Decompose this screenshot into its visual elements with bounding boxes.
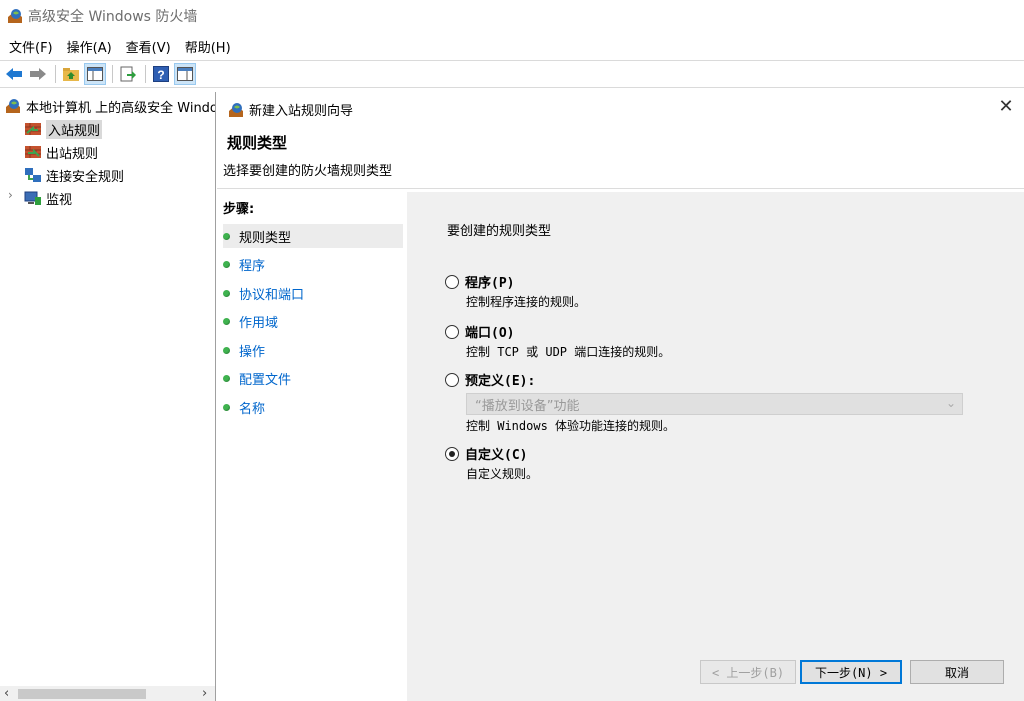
predefined-select[interactable]: “播放到设备”功能 ⌄ — [466, 393, 963, 415]
steps-header: 步骤: — [223, 202, 255, 217]
step-status-icon — [223, 289, 230, 297]
tree-item-label: 出站规则 — [46, 146, 99, 162]
scroll-right-icon[interactable]: › — [202, 686, 207, 701]
step-label: 程序 — [239, 258, 266, 274]
back-button[interactable]: < 上一步(B) — [700, 660, 796, 684]
firewall-app-icon — [8, 9, 22, 23]
step-status-icon — [223, 232, 230, 240]
dialog-title: 新建入站规则向导 — [249, 104, 354, 119]
toolbar-separator — [112, 65, 113, 83]
firewall-icon — [6, 99, 20, 113]
back-arrow-icon[interactable] — [3, 63, 25, 85]
rule-type-prompt: 要创建的规则类型 — [447, 224, 552, 239]
divider — [217, 188, 1024, 189]
radio-predefined[interactable] — [445, 372, 459, 387]
show-tree-icon[interactable] — [84, 63, 106, 85]
monitoring-icon — [24, 191, 41, 205]
step-label: 作用域 — [239, 315, 279, 331]
close-icon[interactable]: ✕ — [994, 96, 1018, 120]
step-label: 配置文件 — [239, 372, 292, 388]
toolbar-separator — [145, 65, 146, 83]
step-action[interactable]: 操作 — [223, 338, 403, 362]
steps-panel: 步骤: 规则类型 程序 协议和端口 作用域 操作 配置文件 名称 — [217, 192, 407, 701]
properties-icon[interactable] — [174, 63, 196, 85]
inbound-rules-icon — [25, 123, 41, 135]
option-description: 控制 Windows 体验功能连接的规则。 — [466, 419, 676, 433]
step-label: 协议和端口 — [239, 287, 305, 303]
forward-arrow-icon[interactable] — [27, 63, 49, 85]
chevron-right-icon[interactable]: › — [8, 188, 13, 202]
step-rule-type[interactable]: 规则类型 — [223, 224, 403, 248]
tree-item-monitoring[interactable]: 监视 — [24, 188, 72, 208]
outbound-rules-icon — [25, 146, 41, 158]
toolbar: ? — [0, 60, 1024, 88]
page-heading: 规则类型 — [227, 134, 288, 152]
scroll-left-icon[interactable]: ‹ — [4, 686, 9, 701]
tree-item-label: 入站规则 — [46, 119, 103, 139]
page-subtitle: 选择要创建的防火墙规则类型 — [223, 164, 393, 179]
horizontal-scrollbar[interactable]: ‹ › — [0, 686, 215, 701]
up-folder-icon[interactable] — [60, 63, 82, 85]
option-description: 自定义规则。 — [466, 467, 539, 481]
tree-item-connection-security[interactable]: 连接安全规则 — [24, 165, 124, 185]
option-program[interactable]: 程序(P) 控制程序连接的规则。 — [445, 272, 586, 310]
next-button[interactable]: 下一步(N) > — [800, 660, 902, 684]
tree-root-label: 本地计算机 上的高级安全 Windows — [26, 100, 216, 116]
scrollbar-thumb[interactable] — [18, 689, 146, 699]
help-icon[interactable]: ? — [150, 63, 172, 85]
option-label: 程序(P) — [465, 276, 515, 291]
option-label: 预定义(E): — [465, 374, 536, 389]
navigation-tree: 本地计算机 上的高级安全 Windows 入站规则 出站规则 连接安全规则 › … — [0, 92, 216, 701]
menu-view[interactable]: 查看(V) — [119, 35, 178, 58]
step-program[interactable]: 程序 — [223, 252, 403, 276]
step-protocol-port[interactable]: 协议和端口 — [223, 281, 403, 305]
step-label: 名称 — [239, 401, 266, 417]
chevron-down-icon: ⌄ — [945, 396, 956, 410]
tree-item-outbound[interactable]: 出站规则 — [24, 142, 98, 162]
option-description: 控制 TCP 或 UDP 端口连接的规则。 — [466, 345, 671, 359]
menu-bar: 文件(F) 操作(A) 查看(V) 帮助(H) — [0, 34, 1024, 58]
menu-action[interactable]: 操作(A) — [60, 35, 119, 58]
tree-item-inbound[interactable]: 入站规则 — [24, 119, 103, 139]
dialog-title-bar: 新建入站规则向导 — [227, 100, 353, 119]
option-label: 自定义(C) — [465, 448, 528, 463]
rule-type-content: 要创建的规则类型 程序(P) 控制程序连接的规则。 端口(O) 控制 TCP 或… — [407, 192, 1024, 701]
export-list-icon[interactable] — [117, 63, 139, 85]
option-description: 控制程序连接的规则。 — [466, 295, 587, 309]
svg-text:?: ? — [157, 68, 164, 82]
menu-file[interactable]: 文件(F) — [2, 35, 60, 58]
step-profile[interactable]: 配置文件 — [223, 366, 403, 390]
step-status-icon — [223, 374, 230, 382]
option-port[interactable]: 端口(O) 控制 TCP 或 UDP 端口连接的规则。 — [445, 322, 670, 360]
step-label: 规则类型 — [239, 230, 292, 246]
option-custom[interactable]: 自定义(C) 自定义规则。 — [445, 444, 538, 482]
firewall-icon — [229, 102, 243, 117]
toolbar-separator — [55, 65, 56, 83]
connection-security-icon — [25, 168, 41, 182]
step-status-icon — [223, 403, 230, 411]
menu-help[interactable]: 帮助(H) — [178, 35, 238, 58]
step-status-icon — [223, 260, 230, 268]
step-name[interactable]: 名称 — [223, 395, 403, 419]
predefined-select-value: “播放到设备”功能 — [475, 398, 580, 414]
step-status-icon — [223, 317, 230, 325]
window-title: 高级安全 Windows 防火墙 — [28, 9, 198, 25]
tree-item-label: 连接安全规则 — [46, 169, 125, 185]
cancel-button[interactable]: 取消 — [910, 660, 1004, 684]
radio-program[interactable] — [445, 274, 459, 289]
title-bar: 高级安全 Windows 防火墙 — [0, 0, 1024, 32]
option-label: 端口(O) — [465, 326, 515, 341]
option-predefined[interactable]: 预定义(E): “播放到设备”功能 ⌄ 控制 Windows 体验功能连接的规则… — [445, 370, 963, 434]
step-status-icon — [223, 346, 230, 354]
step-label: 操作 — [239, 344, 266, 360]
step-scope[interactable]: 作用域 — [223, 309, 403, 333]
radio-port[interactable] — [445, 324, 459, 339]
tree-item-label: 监视 — [46, 192, 73, 208]
tree-root[interactable]: 本地计算机 上的高级安全 Windows — [4, 96, 216, 116]
new-inbound-rule-wizard: 新建入站规则向导 ✕ 规则类型 选择要创建的防火墙规则类型 步骤: 规则类型 程… — [217, 92, 1024, 701]
radio-custom[interactable] — [445, 446, 459, 461]
